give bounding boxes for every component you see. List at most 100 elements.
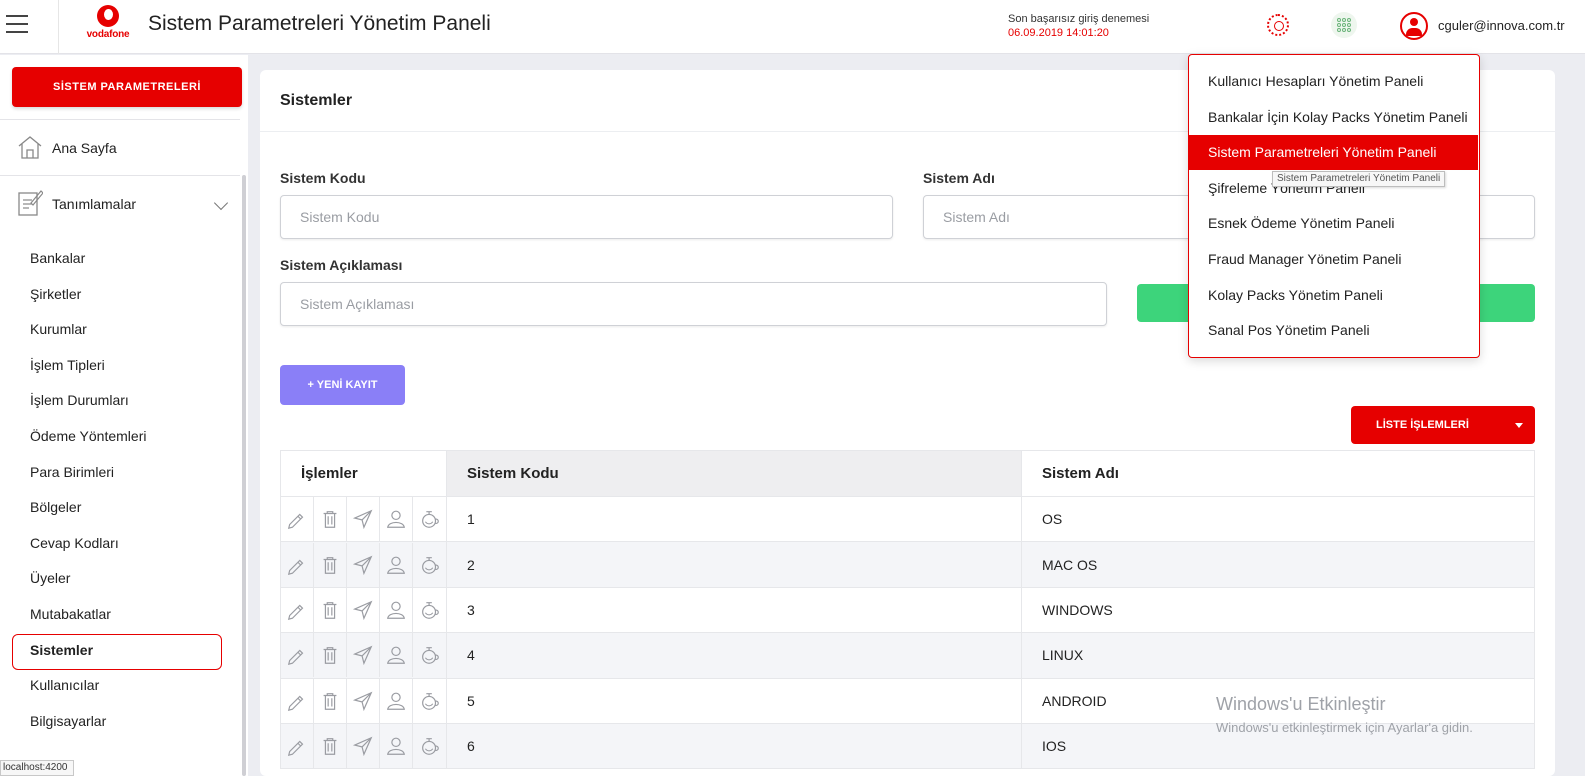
teapot-icon	[421, 556, 439, 574]
sidebar-item-bilgisayarlar[interactable]: Bilgisayarlar	[0, 704, 240, 740]
row-actions-cell	[280, 722, 447, 770]
settings-gear-icon[interactable]	[1267, 14, 1289, 36]
row-actions	[281, 724, 446, 769]
apps-menu-item[interactable]: Kolay Packs Yönetim Paneli	[1189, 278, 1478, 313]
page-title: Sistemler	[280, 92, 353, 109]
user-icon	[387, 692, 405, 710]
trash-action-button[interactable]	[314, 497, 347, 542]
send-action-button[interactable]	[347, 724, 380, 769]
table-row[interactable]: 4 LINUX	[280, 632, 1535, 679]
new-record-button[interactable]: + YENİ KAYIT	[280, 365, 405, 405]
user-icon	[387, 510, 405, 529]
pencil-action-button[interactable]	[281, 678, 314, 723]
vodafone-logo[interactable]: vodafone	[82, 5, 134, 45]
trash-action-button[interactable]	[314, 587, 347, 632]
user-action-button[interactable]	[380, 633, 413, 678]
send-icon	[352, 645, 373, 666]
trash-action-button[interactable]	[314, 724, 347, 769]
trash-action-button[interactable]	[314, 633, 347, 678]
sidebar-scrollbar[interactable]	[242, 175, 246, 776]
sidebar-item-uyeler[interactable]: Üyeler	[0, 561, 240, 597]
sidebar-item-islem-durumlari[interactable]: İşlem Durumları	[0, 383, 240, 419]
pencil-action-button[interactable]	[281, 497, 314, 542]
sidebar-item-kullanicilar[interactable]: Kullanıcılar	[0, 668, 240, 704]
pencil-action-button[interactable]	[281, 587, 314, 632]
column-header-actions[interactable]: İşlemler	[280, 450, 447, 497]
send-action-button[interactable]	[347, 497, 380, 542]
hamburger-menu-icon[interactable]	[6, 15, 28, 35]
column-header-system-code[interactable]: Sistem Kodu	[446, 450, 1022, 497]
teapot-action-button[interactable]	[413, 679, 446, 723]
top-header: vodafone Sistem Parametreleri Yönetim Pa…	[0, 0, 1585, 54]
table-row[interactable]: 3 WINDOWS	[280, 586, 1535, 634]
system-code-cell: 3	[446, 586, 1022, 634]
list-actions-button[interactable]: LİSTE İŞLEMLERİ	[1351, 406, 1535, 444]
system-parameters-button[interactable]: SİSTEM PARAMETRELERİ	[12, 67, 242, 107]
sidebar-item-definitions[interactable]: Tanımlamalar	[0, 176, 240, 231]
teapot-action-button[interactable]	[413, 497, 446, 541]
send-action-button[interactable]	[347, 633, 380, 678]
pencil-icon	[287, 559, 304, 575]
send-icon	[352, 736, 373, 757]
sidebar-item-bankalar[interactable]: Bankalar	[0, 241, 240, 277]
sidebar-item-islem-tipleri[interactable]: İşlem Tipleri	[0, 348, 240, 384]
sidebar: SİSTEM PARAMETRELERİ Ana Sayfa Tanımlama…	[0, 55, 248, 776]
sidebar-item-bolgeler[interactable]: Bölgeler	[0, 490, 240, 526]
sidebar-item-para-birimleri[interactable]: Para Birimleri	[0, 455, 240, 491]
sidebar-submenu: Bankalar Şirketler Kurumlar İşlem Tipler…	[0, 241, 240, 739]
pencil-icon	[287, 649, 304, 666]
pencil-action-button[interactable]	[281, 542, 314, 587]
column-header-system-name[interactable]: Sistem Adı	[1021, 450, 1535, 497]
apps-menu-item[interactable]: Bankalar İçin Kolay Packs Yönetim Paneli	[1189, 100, 1478, 135]
sidebar-item-mutabakatlar[interactable]: Mutabakatlar	[0, 597, 240, 633]
user-email[interactable]: cguler@innova.com.tr	[1438, 18, 1565, 33]
user-icon	[387, 646, 405, 665]
teapot-action-button[interactable]	[413, 588, 446, 632]
send-action-button[interactable]	[347, 542, 380, 587]
sidebar-item-label: Tanımlamalar	[52, 196, 137, 212]
trash-icon	[323, 738, 337, 755]
user-action-button[interactable]	[380, 542, 413, 587]
list-actions-label: LİSTE İŞLEMLERİ	[1376, 419, 1469, 431]
row-actions-cell	[280, 495, 447, 543]
sidebar-item-kurumlar[interactable]: Kurumlar	[0, 312, 240, 348]
teapot-action-button[interactable]	[413, 633, 446, 677]
user-action-button[interactable]	[380, 497, 413, 542]
sidebar-item-sirketler[interactable]: Şirketler	[0, 277, 240, 313]
row-actions-cell	[280, 541, 447, 588]
apps-menu-item[interactable]: Kullanıcı Hesapları Yönetim Paneli	[1189, 64, 1478, 99]
pencil-icon	[287, 513, 304, 530]
apps-menu-item[interactable]: Fraud Manager Yönetim Paneli	[1189, 242, 1478, 277]
teapot-action-button[interactable]	[413, 543, 446, 587]
system-code-input[interactable]	[280, 195, 893, 239]
apps-grid-button[interactable]	[1331, 12, 1357, 38]
apps-menu-item[interactable]: Sanal Pos Yönetim Paneli	[1189, 313, 1478, 348]
failed-login-label: Son başarısız giriş denemesi	[1008, 13, 1150, 25]
row-actions-cell	[280, 677, 447, 724]
pencil-action-button[interactable]	[281, 724, 314, 769]
send-action-button[interactable]	[347, 587, 380, 632]
send-icon	[352, 509, 373, 530]
user-action-button[interactable]	[380, 678, 413, 723]
windows-activation-title: Windows'u Etkinleştir	[1216, 694, 1386, 714]
pencil-action-button[interactable]	[281, 633, 314, 678]
row-actions	[281, 633, 446, 678]
sidebar-item-home[interactable]: Ana Sayfa	[0, 120, 240, 175]
send-action-button[interactable]	[347, 678, 380, 723]
system-description-input[interactable]	[280, 282, 1107, 326]
user-action-button[interactable]	[380, 587, 413, 632]
sidebar-item-odeme-yontemleri[interactable]: Ödeme Yöntemleri	[0, 419, 240, 455]
sidebar-item-sistemler[interactable]: Sistemler	[0, 633, 240, 670]
sidebar-item-cevap-kodlari[interactable]: Cevap Kodları	[0, 526, 240, 562]
user-icon	[387, 556, 405, 574]
table-row[interactable]: 1 OS	[280, 495, 1535, 543]
trash-action-button[interactable]	[314, 678, 347, 723]
trash-icon	[323, 647, 337, 665]
teapot-action-button[interactable]	[413, 724, 446, 768]
apps-menu-item[interactable]: Esnek Ödeme Yönetim Paneli	[1189, 206, 1478, 241]
user-action-button[interactable]	[380, 724, 413, 769]
user-avatar-icon[interactable]	[1400, 12, 1428, 40]
table-row[interactable]: 2 MAC OS	[280, 541, 1535, 588]
apps-menu-item[interactable]: Sistem Parametreleri Yönetim Paneli	[1189, 135, 1478, 171]
trash-action-button[interactable]	[314, 542, 347, 587]
